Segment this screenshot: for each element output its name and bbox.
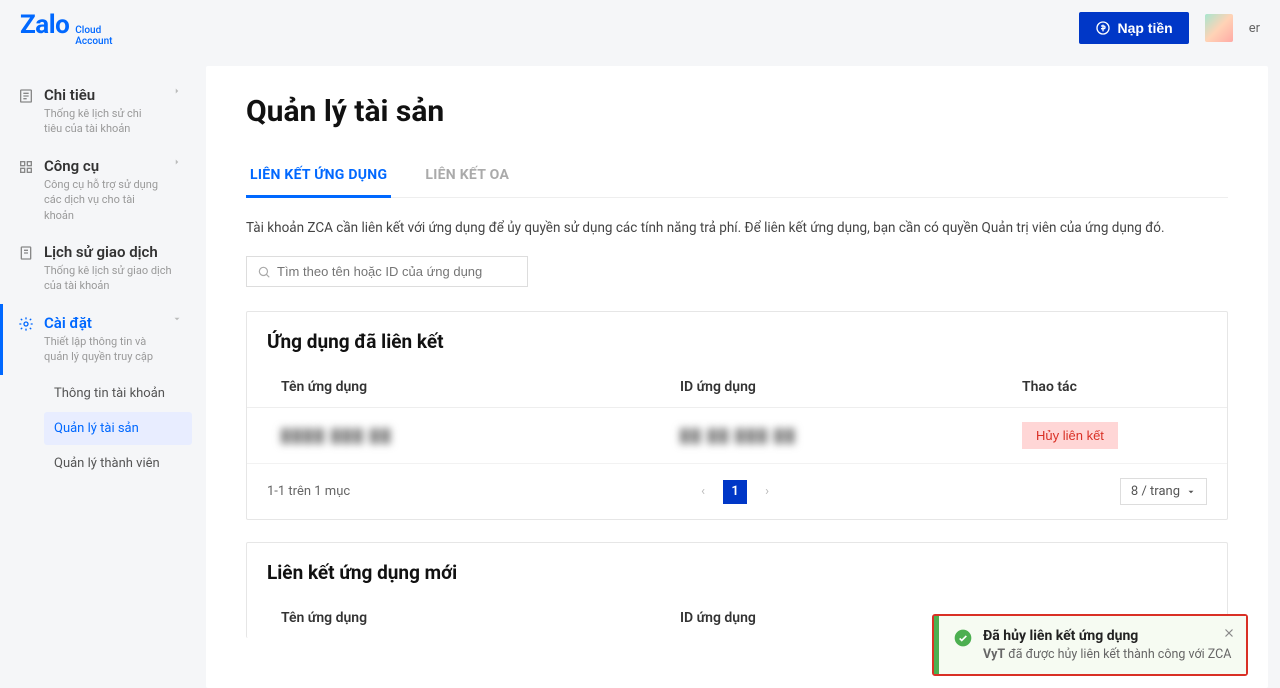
sidebar: Chi tiêu Thống kê lịch sử chi tiêu của t… [0, 56, 200, 688]
chevron-down-icon [172, 314, 182, 324]
cell-app-id: ██ ██ ███ ██ [680, 428, 1022, 444]
chevron-down-icon [1186, 487, 1196, 497]
receipt-icon [18, 245, 34, 261]
sidebar-item-label: Cài đặt [44, 314, 162, 332]
check-circle-icon [953, 628, 973, 648]
chevron-right-icon [172, 157, 182, 167]
tab-link-oa[interactable]: LIÊN KẾT OA [421, 157, 513, 197]
sidebar-item-desc: Công cụ hỗ trợ sử dụng các dịch vụ cho t… [44, 177, 162, 223]
tab-link-app[interactable]: LIÊN KẾT ỨNG DỤNG [246, 157, 391, 197]
subnav-account-info[interactable]: Thông tin tài khoản [44, 377, 192, 410]
sidebar-item-label: Công cụ [44, 157, 162, 175]
paging-info: 1-1 trên 1 mục [267, 484, 350, 499]
page-size-select[interactable]: 8 / trang [1120, 478, 1207, 505]
sidebar-item-desc: Thống kê lịch sử giao dịch của tài khoản [44, 263, 182, 294]
main-content: Quản lý tài sản LIÊN KẾT ỨNG DỤNG LIÊN K… [206, 66, 1268, 688]
sidebar-item-history[interactable]: Lịch sử giao dịch Thống kê lịch sử giao … [0, 233, 200, 304]
grid-icon [18, 159, 34, 175]
sidebar-submenu: Thông tin tài khoản Quản lý tài sản Quản… [0, 377, 200, 480]
sidebar-item-spending[interactable]: Chi tiêu Thống kê lịch sử chi tiêu của t… [0, 76, 200, 147]
page-current[interactable]: 1 [723, 480, 747, 504]
toast-message: VyT đã được hủy liên kết thành công với … [983, 647, 1231, 662]
col-header-name: Tên ứng dụng [281, 610, 680, 626]
sidebar-item-settings[interactable]: Cài đặt Thiết lập thông tin và quản lý q… [0, 304, 200, 375]
topup-button[interactable]: Nạp tiền [1079, 12, 1188, 44]
logo-subtext: Cloud Account [75, 25, 112, 47]
page-title: Quản lý tài sản [246, 94, 1228, 129]
unlink-button[interactable]: Hủy liên kết [1022, 422, 1118, 449]
cell-app-name: ████ ███ ██ [281, 428, 680, 444]
app-header: Zalo Cloud Account Nạp tiền er [0, 0, 1280, 56]
document-icon [18, 88, 34, 104]
toast-notification: Đã hủy liên kết ứng dụng VyT đã được hủy… [932, 614, 1248, 676]
search-input[interactable] [277, 264, 517, 279]
sidebar-item-tools[interactable]: Công cụ Công cụ hỗ trợ sử dụng các dịch … [0, 147, 200, 233]
tabs: LIÊN KẾT ỨNG DỤNG LIÊN KẾT OA [246, 157, 1228, 198]
tab-description: Tài khoản ZCA cần liên kết với ứng dụng … [246, 218, 1228, 238]
new-link-title: Liên kết ứng dụng mới [247, 543, 1227, 600]
table-row: ████ ███ ██ ██ ██ ███ ██ Hủy liên kết [247, 408, 1227, 464]
sidebar-item-label: Chi tiêu [44, 86, 162, 104]
col-header-action: Thao tác [1022, 379, 1193, 395]
search-icon [257, 265, 271, 279]
linked-apps-panel: Ứng dụng đã liên kết Tên ứng dụng ID ứng… [246, 311, 1228, 520]
chevron-right-icon [172, 86, 182, 96]
header-right: Nạp tiền er [1079, 12, 1260, 44]
linked-apps-title: Ứng dụng đã liên kết [247, 312, 1227, 369]
col-header-id: ID ứng dụng [680, 379, 1022, 395]
sidebar-item-desc: Thống kê lịch sử chi tiêu của tài khoản [44, 106, 162, 137]
username: er [1249, 21, 1260, 36]
col-header-name: Tên ứng dụng [281, 379, 680, 395]
page-next[interactable]: › [755, 480, 779, 504]
search-box[interactable] [246, 256, 528, 287]
subnav-member-mgmt[interactable]: Quản lý thành viên [44, 447, 192, 480]
sidebar-item-label: Lịch sử giao dịch [44, 243, 182, 261]
avatar[interactable] [1205, 14, 1233, 42]
sidebar-item-desc: Thiết lập thông tin và quản lý quyền tru… [44, 334, 162, 365]
logo-text: Zalo [20, 10, 69, 40]
gear-icon [18, 316, 34, 332]
page-prev[interactable]: ‹ [691, 480, 715, 504]
app-logo[interactable]: Zalo Cloud Account [20, 10, 112, 47]
subnav-asset-mgmt[interactable]: Quản lý tài sản [44, 412, 192, 445]
toast-title: Đã hủy liên kết ứng dụng [983, 628, 1231, 644]
coin-icon [1095, 20, 1111, 36]
close-icon[interactable] [1222, 626, 1236, 640]
table-footer: 1-1 trên 1 mục ‹ 1 › 8 / trang [247, 464, 1227, 519]
table-header: Tên ứng dụng ID ứng dụng Thao tác [247, 369, 1227, 408]
pager: ‹ 1 › [691, 480, 779, 504]
